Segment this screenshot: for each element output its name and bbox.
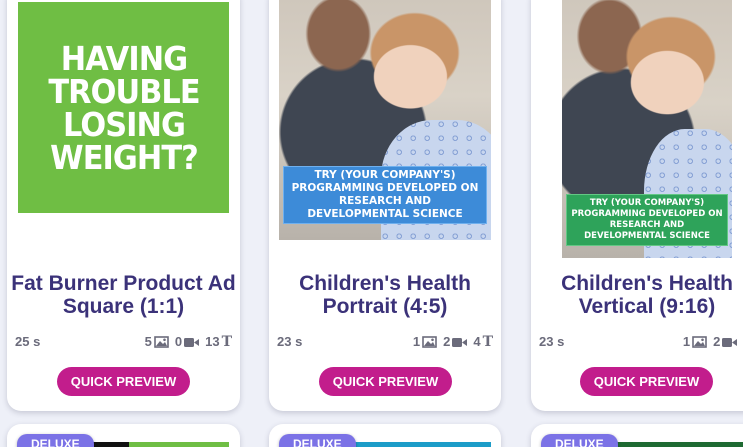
image-count: 1: [682, 334, 691, 349]
quick-preview-button[interactable]: QUICK PREVIEW: [57, 367, 190, 396]
image-count: 1: [412, 334, 421, 349]
thumbnail-banner: TRY (YOUR COMPANY'S) PROGRAMMING DEVELOP…: [283, 166, 487, 224]
image-icon: [422, 336, 437, 348]
template-card[interactable]: DELUXE: [269, 424, 501, 447]
template-thumbnail[interactable]: TRY (YOUR COMPANY'S) PROGRAMMING DEVELOP…: [562, 0, 732, 258]
text-icon: T: [221, 334, 232, 350]
video-count: 2: [713, 334, 721, 349]
template-title: Fat Burner Product Ad Square (1:1): [11, 272, 236, 318]
asset-counts: 1 2 4T: [411, 334, 493, 350]
video-camera-icon: [184, 338, 200, 347]
deluxe-badge: DELUXE: [541, 434, 618, 447]
text-count: 13: [205, 334, 220, 349]
template-card[interactable]: DELUXE: [531, 424, 743, 447]
deluxe-badge: DELUXE: [279, 434, 356, 447]
asset-counts: 124T: [681, 334, 743, 350]
deluxe-badge: DELUXE: [17, 434, 94, 447]
template-card[interactable]: TRY (YOUR COMPANY'S) PROGRAMMING DEVELOP…: [269, 0, 501, 411]
template-card[interactable]: DELUXE: [7, 424, 240, 447]
template-title: Children's Health Portrait (4:5): [299, 272, 471, 318]
image-count: 5: [144, 334, 152, 349]
image-icon: [692, 336, 707, 348]
video-camera-icon: [452, 338, 468, 347]
duration-label: 23 s: [277, 334, 303, 349]
quick-preview-button[interactable]: QUICK PREVIEW: [319, 367, 452, 396]
quick-preview-button[interactable]: QUICK PREVIEW: [580, 367, 713, 396]
video-count: 0: [174, 334, 183, 349]
thumbnail-text: HAVING TROUBLE LOSING WEIGHT?: [47, 38, 200, 177]
template-card[interactable]: TRY (YOUR COMPANY'S) PROGRAMMING DEVELOP…: [531, 0, 743, 411]
thumbnail-banner: TRY (YOUR COMPANY'S) PROGRAMMING DEVELOP…: [566, 194, 728, 246]
image-icon: [154, 336, 169, 348]
text-icon: T: [482, 334, 493, 350]
template-card[interactable]: HAVING TROUBLE LOSING WEIGHT? Fat Burner…: [7, 0, 240, 411]
template-title: Children's Health Vertical (9:16): [561, 272, 733, 318]
template-thumbnail[interactable]: HAVING TROUBLE LOSING WEIGHT?: [18, 2, 229, 213]
asset-counts: 5 0 13 T: [143, 334, 232, 350]
duration-label: 25 s: [15, 334, 41, 349]
video-camera-icon: [722, 338, 738, 347]
template-thumbnail[interactable]: TRY (YOUR COMPANY'S) PROGRAMMING DEVELOP…: [279, 0, 491, 240]
video-count: 2: [443, 334, 451, 349]
duration-label: 23 s: [539, 334, 565, 349]
text-count: 4: [473, 334, 481, 349]
